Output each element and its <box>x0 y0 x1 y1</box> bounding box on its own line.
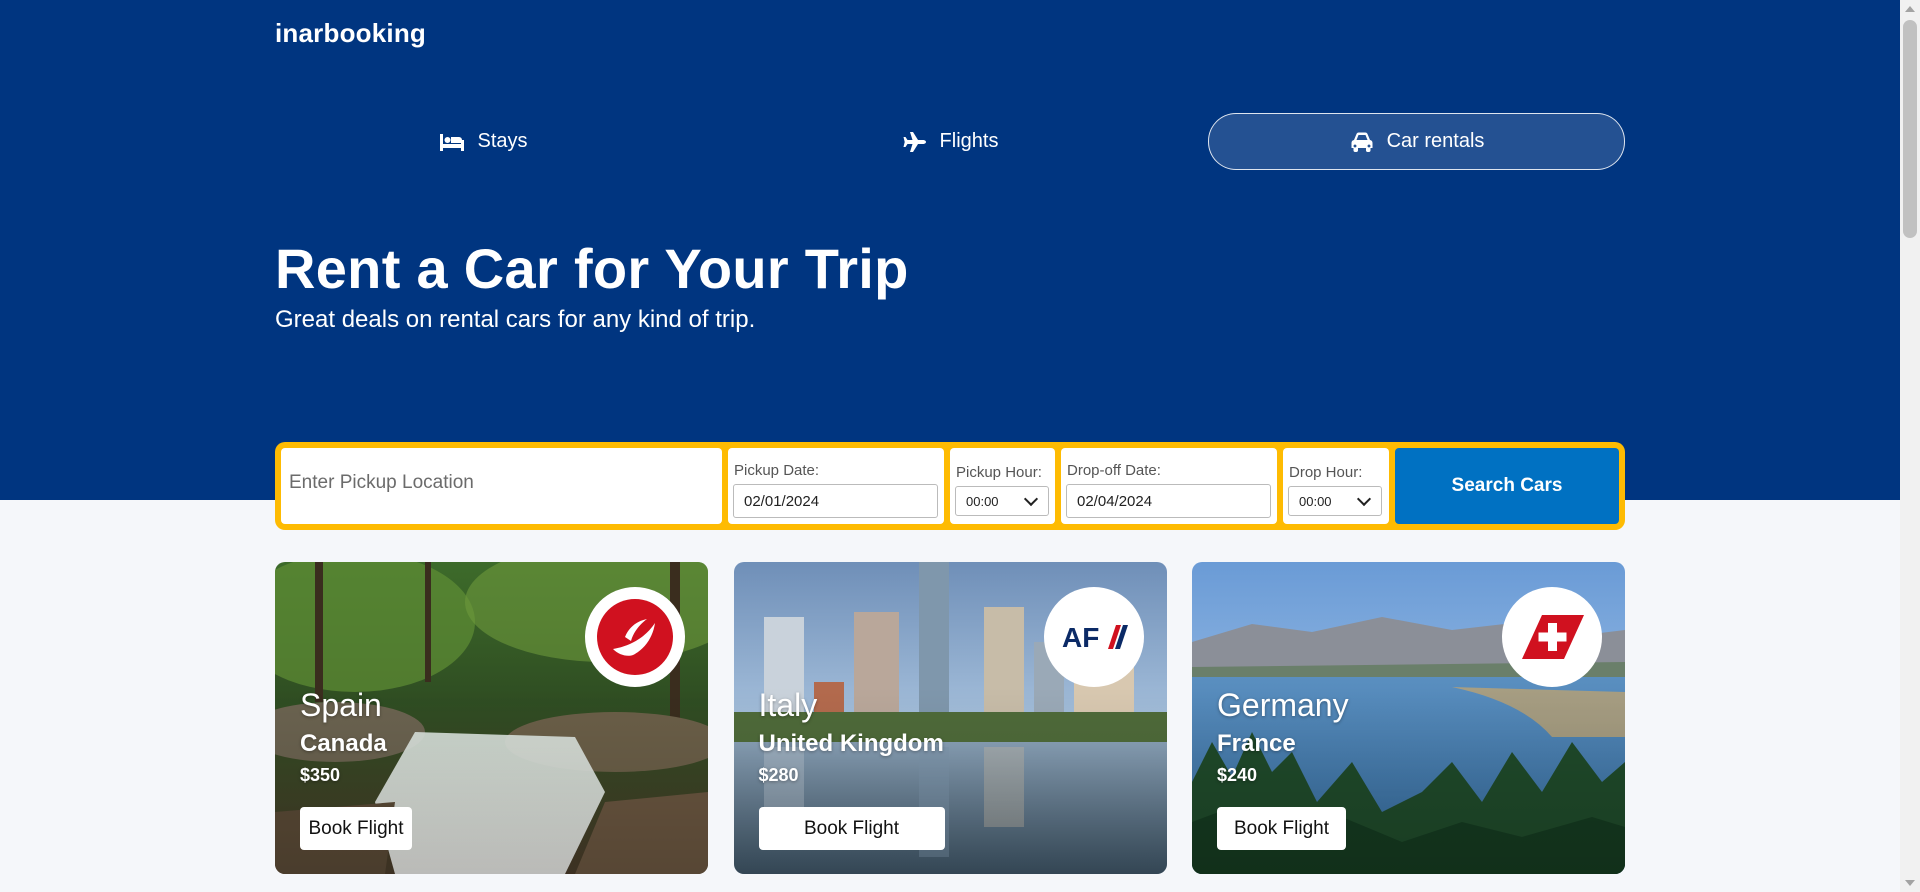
swiss-logo-icon <box>1502 587 1602 687</box>
scroll-down-icon[interactable] <box>1905 880 1915 886</box>
air-france-logo-icon: AF <box>1043 587 1144 687</box>
car-icon <box>1349 131 1375 153</box>
pickup-date-field: Pickup Date: 02/01/2024 <box>728 448 944 524</box>
scroll-up-icon[interactable] <box>1905 6 1915 12</box>
chevron-down-icon <box>1023 491 1039 507</box>
pickup-date-label: Pickup Date: <box>734 462 820 479</box>
card-price: $350 <box>300 765 341 785</box>
tab-flights-label: Flights <box>939 130 999 152</box>
card-origin: Canada <box>300 730 387 757</box>
drop-hour-select[interactable]: 00:00 <box>1288 486 1382 516</box>
dropoff-date-field: Drop-off Date: 02/04/2024 <box>1061 448 1277 524</box>
dropoff-date-input[interactable]: 02/04/2024 <box>1066 484 1271 518</box>
plane-icon <box>902 131 928 153</box>
booking-tabs: Stays Flights Car rentals <box>275 113 1625 170</box>
page-title: Rent a Car for Your Trip <box>275 237 909 300</box>
book-flight-button[interactable]: Book Flight <box>1217 807 1346 850</box>
card-destination: Italy <box>758 687 818 723</box>
pickup-hour-value: 00:00 <box>966 494 999 509</box>
car-search-bar: Pickup Date: 02/01/2024 Pickup Hour: 00:… <box>275 442 1625 530</box>
pickup-hour-label: Pickup Hour: <box>956 464 1042 481</box>
drop-hour-label: Drop Hour: <box>1289 464 1363 481</box>
deal-card[interactable]: Spain Canada $350 Book Flight <box>275 562 708 874</box>
svg-text:AF: AF <box>1062 622 1099 653</box>
site-logo[interactable]: inarbooking <box>275 18 426 49</box>
deal-card[interactable]: AF Italy United Kingdom $280 Book Flight <box>733 562 1167 874</box>
tab-car-rentals[interactable]: Car rentals <box>1208 113 1625 170</box>
pickup-hour-field: Pickup Hour: 00:00 <box>950 448 1055 524</box>
deal-card[interactable]: Germany France $240 Book Flight <box>1192 562 1625 874</box>
card-origin: United Kingdom <box>758 730 944 757</box>
drop-hour-value: 00:00 <box>1299 494 1332 509</box>
pickup-location-field[interactable] <box>281 448 722 524</box>
pickup-location-input[interactable] <box>289 472 709 494</box>
bed-icon <box>439 131 465 153</box>
card-origin: France <box>1217 730 1296 757</box>
scrollbar[interactable] <box>1900 0 1920 892</box>
search-cars-button[interactable]: Search Cars <box>1395 448 1619 524</box>
book-flight-button[interactable]: Book Flight <box>300 807 412 850</box>
scroll-thumb[interactable] <box>1903 20 1917 238</box>
turkish-airlines-logo-icon <box>585 587 685 687</box>
book-flight-button[interactable]: Book Flight <box>758 807 945 850</box>
tab-stays-label: Stays <box>477 130 528 152</box>
page-subtitle: Great deals on rental cars for any kind … <box>275 306 756 333</box>
pickup-date-input[interactable]: 02/01/2024 <box>733 484 938 518</box>
dropoff-date-label: Drop-off Date: <box>1067 462 1161 479</box>
card-price: $280 <box>758 765 799 785</box>
tab-car-rentals-label: Car rentals <box>1386 130 1485 152</box>
card-price: $240 <box>1217 765 1258 785</box>
tab-stays[interactable]: Stays <box>275 113 692 170</box>
card-destination: Germany <box>1217 687 1349 723</box>
tab-flights[interactable]: Flights <box>742 113 1159 170</box>
card-destination: Spain <box>300 687 382 723</box>
chevron-down-icon <box>1356 491 1372 507</box>
drop-hour-field: Drop Hour: 00:00 <box>1283 448 1389 524</box>
deal-cards: Spain Canada $350 Book Flight AF Italy U… <box>275 562 1625 874</box>
pickup-hour-select[interactable]: 00:00 <box>955 486 1049 516</box>
